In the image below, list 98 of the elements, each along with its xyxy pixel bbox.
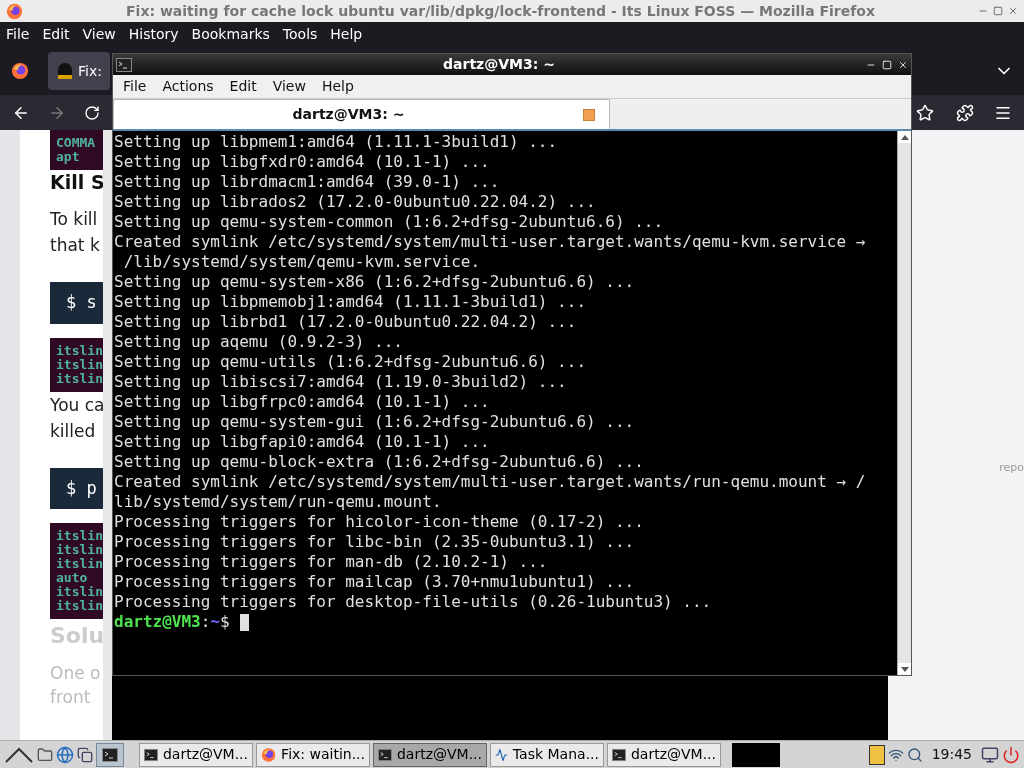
text-cursor	[239, 613, 249, 631]
taskbar-button[interactable]: Task Mana...	[490, 742, 604, 767]
code-line: itslin	[56, 529, 103, 543]
menu-item[interactable]: History	[128, 24, 179, 45]
browser-tab[interactable]: Fix:	[48, 52, 110, 90]
paragraph-text: To kill	[50, 208, 99, 231]
scrollbar[interactable]	[897, 131, 911, 675]
activity-icon	[495, 746, 508, 763]
code-line: apt	[56, 150, 81, 164]
folder-icon[interactable]	[37, 746, 53, 763]
scroll-up-icon[interactable]	[898, 131, 911, 143]
command-text: $ s	[66, 291, 98, 314]
extensions-icon[interactable]	[956, 103, 974, 122]
terminal-icon	[144, 747, 158, 762]
code-line: COMMA	[56, 136, 97, 150]
terminal-icon	[612, 747, 626, 762]
heading-text: Kill S	[50, 170, 103, 194]
paragraph-text: One o	[50, 662, 102, 685]
taskbar-slot	[732, 742, 780, 767]
side-text: repo	[999, 460, 1024, 476]
terminal-line: Setting up librados2 (17.2.0-0ubuntu0.22.04.2) ...	[114, 192, 597, 212]
globe-icon[interactable]	[56, 745, 74, 764]
code-line: itslin	[56, 585, 103, 599]
prompt-separator: :	[200, 612, 211, 632]
menu-item[interactable]: Actions	[162, 76, 214, 97]
menu-item[interactable]: Tools	[282, 24, 318, 45]
terminal-icon	[102, 747, 118, 762]
firefox-icon	[11, 62, 29, 80]
menu-item[interactable]: Help	[321, 76, 354, 97]
terminal-line: Created symlink /etc/systemd/system/multi-user.target.wants/qemu-kvm.service →	[114, 232, 867, 252]
taskbar-button[interactable]: dartz@VM...	[373, 742, 487, 767]
taskbar-button[interactable]: dartz@VM...	[607, 742, 721, 767]
terminal-line: Setting up libpmem1:amd64 (1.11.1-3build1) ...	[114, 132, 559, 152]
search-icon[interactable]	[906, 746, 923, 763]
window-title: dartz@VM3: ~	[442, 55, 556, 74]
window-title: Fix: waiting for cache lock ubuntu var/lib/dpkg/lock-frontend - Its Linux FOSS — Mozilla Firefox	[125, 1, 876, 21]
scroll-down-icon[interactable]	[898, 663, 911, 675]
code-line: itslin	[56, 557, 103, 571]
firefox-icon	[261, 746, 277, 763]
terminal-line: Setting up libgfxdr0:amd64 (10.1-1) ...	[114, 152, 491, 172]
terminal-line: Setting up libpmemobj1:amd64 (1.11.1-3build1) ...	[114, 292, 587, 312]
terminal-icon	[378, 747, 392, 762]
taskbar-button[interactable]: Fix: waitin...	[256, 742, 370, 767]
prompt-sign: $	[220, 612, 230, 632]
close-icon[interactable]	[898, 59, 908, 70]
prompt-path: ~	[210, 612, 220, 632]
bookmark-star-icon[interactable]	[916, 103, 934, 122]
terminal-line: Processing triggers for libc-bin (2.35-0ubuntu3.1) ...	[114, 532, 636, 552]
paragraph-text: that k	[50, 234, 101, 257]
menu-item[interactable]: Edit	[229, 76, 257, 97]
prompt-user: dartz@VM3	[114, 612, 201, 632]
terminal-line: Setting up qemu-system-common (1:6.2+dfsg-2ubuntu6.6) ...	[114, 212, 665, 232]
monitor-icon[interactable]	[981, 745, 999, 764]
power-icon[interactable]	[1002, 745, 1020, 764]
code-line: itslin	[56, 343, 103, 358]
terminal-line: Setting up libiscsi7:amd64 (1.19.0-3build2) ...	[114, 372, 568, 392]
clock[interactable]: 19:45	[931, 744, 972, 765]
code-line: itslin	[56, 357, 103, 372]
menu-item[interactable]: Edit	[42, 24, 70, 45]
paragraph-text: You ca	[50, 393, 103, 417]
menu-item[interactable]: Help	[330, 24, 363, 45]
terminal-line: Setting up libgfrpc0:amd64 (10.1-1) ...	[114, 392, 491, 412]
firefox-icon	[6, 2, 23, 20]
terminal-line: Setting up libgfapi0:amd64 (10.1-1) ...	[114, 432, 491, 452]
menu-item[interactable]: File	[6, 24, 30, 45]
launcher-icon[interactable]	[4, 745, 34, 764]
terminal-line: Setting up librbd1 (17.2.0-0ubuntu0.22.04.2) ...	[114, 312, 578, 332]
terminal-line: Setting up qemu-utils (1:6.2+dfsg-2ubuntu6.6) ...	[114, 352, 587, 372]
taskbar-button[interactable]: dartz@VM...	[139, 742, 253, 767]
terminal-line: Setting up qemu-block-extra (1:6.2+dfsg-2ubuntu6.6) ...	[114, 452, 645, 472]
code-line: itslin	[56, 371, 103, 386]
terminal-line: lib/systemd/system/run-qemu.mount.	[114, 492, 443, 512]
terminal-line: Processing triggers for hicolor-icon-theme (0.17-2) ...	[114, 512, 645, 532]
terminal-line: Processing triggers for mailcap (3.70+nmu1ubuntu1) ...	[114, 572, 636, 592]
terminal-line: /lib/systemd/system/qemu-kvm.service.	[122, 252, 482, 272]
reload-icon[interactable]	[84, 104, 100, 121]
paragraph-text: killed	[50, 419, 97, 443]
windows-icon[interactable]	[77, 746, 93, 763]
terminal-line: Processing triggers for desktop-file-utils (0.26-1ubuntu3) ...	[114, 592, 713, 612]
menu-item[interactable]: View	[82, 24, 116, 45]
menu-item[interactable]: Bookmarks	[191, 24, 270, 45]
terminal-line: Processing triggers for man-db (2.10.2-1) ...	[114, 552, 549, 572]
menu-item[interactable]: View	[272, 76, 306, 97]
terminal-line: Setting up qemu-system-gui (1:6.2+dfsg-2ubuntu6.6) ...	[114, 412, 636, 432]
terminal-line: Setting up aqemu (0.9.2-3) ...	[114, 332, 404, 352]
terminal-tab[interactable]: dartz@VM3: ~	[113, 99, 610, 129]
tab-close-icon[interactable]	[583, 108, 595, 121]
paragraph-text: front	[50, 686, 92, 709]
menu-item[interactable]: File	[123, 76, 147, 97]
command-text: $ p	[66, 476, 98, 500]
terminal-launcher[interactable]	[96, 742, 124, 767]
terminal-line: Setting up librdmacm1:amd64 (39.0-1) ...	[114, 172, 501, 192]
terminal-icon	[116, 57, 132, 72]
terminal-line: Created symlink /etc/systemd/system/multi-user.target.wants/run-qemu.mount → /	[114, 472, 867, 492]
code-line: itslin	[56, 543, 103, 557]
terminal-line: Setting up qemu-system-x86 (1:6.2+dfsg-2ubuntu6.6) ...	[114, 272, 636, 292]
code-line: itslin	[56, 599, 103, 613]
code-line: auto	[56, 571, 89, 585]
